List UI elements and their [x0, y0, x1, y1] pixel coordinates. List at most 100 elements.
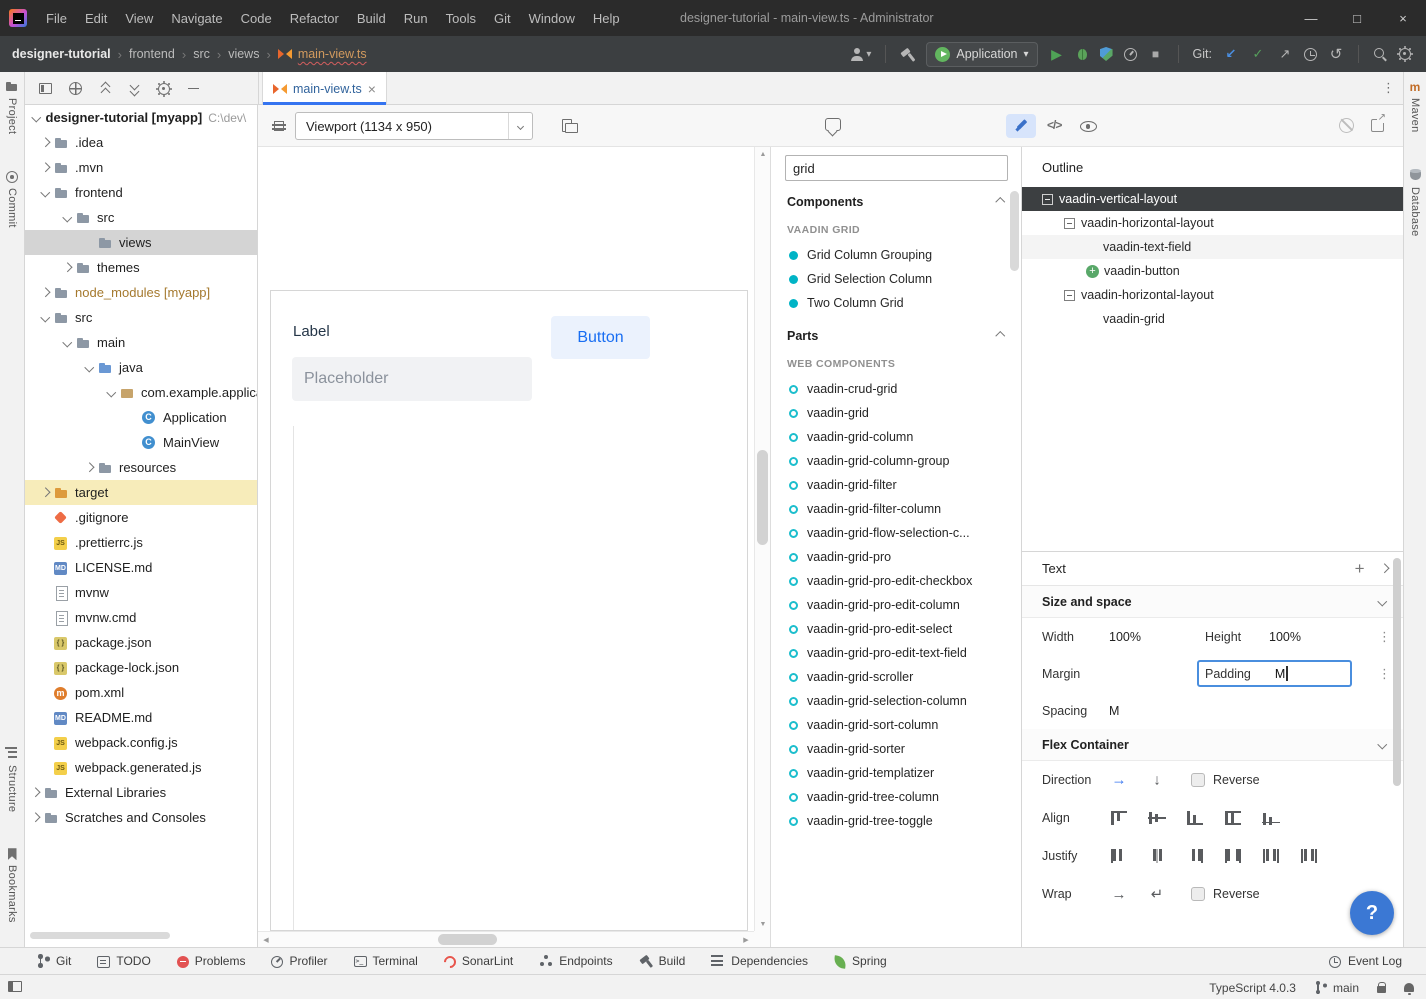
palette-item-grid-selection-column[interactable]: Grid Selection Column: [771, 267, 1021, 291]
tool-window-button-structure[interactable]: Structure: [5, 747, 19, 812]
palette-item-grid-column-grouping[interactable]: Grid Column Grouping: [771, 243, 1021, 267]
tool-button-sonarlint[interactable]: SonarLint: [444, 954, 513, 968]
justify-end-icon[interactable]: [1187, 849, 1203, 863]
profiler-button[interactable]: [1124, 48, 1137, 61]
run-configuration-select[interactable]: Application: [926, 42, 1037, 67]
typescript-version[interactable]: TypeScript 4.0.3: [1209, 981, 1296, 995]
palette-item-vaadin-grid-column[interactable]: vaadin-grid-column: [771, 425, 1021, 449]
menu-run[interactable]: Run: [395, 0, 437, 36]
coverage-button[interactable]: [1100, 47, 1113, 61]
palette-section-parts[interactable]: Parts: [771, 321, 1021, 351]
menu-code[interactable]: Code: [232, 0, 281, 36]
reverse-checkbox[interactable]: [1191, 773, 1205, 787]
palette-item-vaadin-grid[interactable]: vaadin-grid: [771, 401, 1021, 425]
edit-mode-button[interactable]: [1006, 114, 1036, 138]
history-icon[interactable]: [1304, 48, 1317, 61]
design-surface[interactable]: Label Button Placeholder: [270, 290, 748, 931]
palette-item-vaadin-grid-sorter[interactable]: vaadin-grid-sorter: [771, 737, 1021, 761]
chevron-right-icon[interactable]: [37, 489, 53, 496]
comment-icon[interactable]: [825, 118, 841, 131]
palette-item-vaadin-grid-pro-edit-checkbox[interactable]: vaadin-grid-pro-edit-checkbox: [771, 569, 1021, 593]
palette-item-vaadin-grid-pro[interactable]: vaadin-grid-pro: [771, 545, 1021, 569]
palette-item-vaadin-grid-filter[interactable]: vaadin-grid-filter: [771, 473, 1021, 497]
flex-section-header[interactable]: Flex Container: [1022, 729, 1403, 761]
tree-item-mvnw-cmd[interactable]: mvnw.cmd: [25, 605, 257, 630]
tool-window-toggle-icon[interactable]: [8, 981, 22, 992]
palette-item-vaadin-grid-scroller[interactable]: vaadin-grid-scroller: [771, 665, 1021, 689]
breadcrumb-active-file[interactable]: main-view.ts: [278, 47, 367, 61]
chevron-down-icon[interactable]: [81, 364, 97, 371]
hide-panel-icon[interactable]: [188, 83, 199, 95]
chevron-right-icon[interactable]: [37, 289, 53, 296]
tree-item-external-libraries[interactable]: External Libraries: [25, 780, 257, 805]
preview-eye-icon[interactable]: [1080, 121, 1097, 132]
menu-window[interactable]: Window: [520, 0, 584, 36]
menu-navigate[interactable]: Navigate: [162, 0, 231, 36]
scroll-down-icon[interactable]: ▼: [755, 917, 771, 931]
palette-item-vaadin-grid-flow-selection-c[interactable]: vaadin-grid-flow-selection-c...: [771, 521, 1021, 545]
chevron-right-icon[interactable]: [59, 264, 75, 271]
properties-scrollbar[interactable]: [1393, 558, 1401, 786]
tool-button-profiler[interactable]: Profiler: [271, 954, 327, 968]
help-button[interactable]: ?: [1350, 891, 1394, 935]
breadcrumb-views[interactable]: views: [228, 47, 259, 61]
wrap-arrow-icon[interactable]: ↵: [1149, 885, 1165, 903]
palette-item-vaadin-grid-pro-edit-column[interactable]: vaadin-grid-pro-edit-column: [771, 593, 1021, 617]
width-value[interactable]: 100%: [1109, 630, 1141, 644]
git-update-icon[interactable]: [1223, 46, 1239, 62]
tree-item-webpack-config-js[interactable]: webpack.config.js: [25, 730, 257, 755]
tree-item-src[interactable]: src: [25, 305, 257, 330]
palette-item-two-column-grid[interactable]: Two Column Grid: [771, 291, 1021, 315]
canvas-vertical-scrollbar[interactable]: ▲ ▼: [754, 147, 770, 931]
chevron-down-icon[interactable]: [37, 189, 53, 196]
tree-item-package-json[interactable]: package.json: [25, 630, 257, 655]
tool-window-button-bookmarks[interactable]: Bookmarks: [6, 848, 18, 923]
palette-item-vaadin-grid-pro-edit-select[interactable]: vaadin-grid-pro-edit-select: [771, 617, 1021, 641]
chevron-right-icon[interactable]: [81, 464, 97, 471]
palette-item-vaadin-grid-column-group[interactable]: vaadin-grid-column-group: [771, 449, 1021, 473]
menu-build[interactable]: Build: [348, 0, 395, 36]
breadcrumb-frontend[interactable]: frontend: [129, 47, 175, 61]
outline-node-vaadin-vertical-layout-0[interactable]: vaadin-vertical-layout: [1022, 187, 1403, 211]
justify-center-icon[interactable]: [1149, 849, 1165, 863]
reverse-checkbox[interactable]: [1191, 887, 1205, 901]
canvas-textfield[interactable]: Placeholder: [292, 357, 532, 401]
tree-item-themes[interactable]: themes: [25, 255, 257, 280]
tree-item-scratches-and-consoles[interactable]: Scratches and Consoles: [25, 805, 257, 830]
git-push-icon[interactable]: [1277, 46, 1293, 62]
justify-between-icon[interactable]: [1225, 849, 1241, 863]
tree-item-webpack-generated-js[interactable]: webpack.generated.js: [25, 755, 257, 780]
breadcrumb-designer-tutorial[interactable]: designer-tutorial: [12, 47, 111, 61]
menu-edit[interactable]: Edit: [76, 0, 116, 36]
align-stretch-icon[interactable]: [1225, 811, 1241, 825]
locate-icon[interactable]: [69, 82, 82, 95]
add-plus-icon[interactable]: [1086, 265, 1099, 278]
chevron-right-icon[interactable]: [37, 139, 53, 146]
vertical-scroll-thumb[interactable]: [757, 450, 768, 545]
project-horizontal-scrollbar[interactable]: [30, 932, 170, 939]
chevron-down-icon[interactable]: [103, 389, 119, 396]
palette-item-vaadin-grid-tree-toggle[interactable]: vaadin-grid-tree-toggle: [771, 809, 1021, 833]
search-everywhere-icon[interactable]: [1373, 47, 1387, 61]
undo-icon[interactable]: [1328, 46, 1344, 62]
align-center-icon[interactable]: [1149, 811, 1165, 825]
justify-evenly-icon[interactable]: [1301, 849, 1317, 863]
palette-item-vaadin-grid-sort-column[interactable]: vaadin-grid-sort-column: [771, 713, 1021, 737]
height-value[interactable]: 100%: [1269, 630, 1301, 644]
canvas-horizontal-scrollbar[interactable]: ◀ ▶: [258, 931, 754, 947]
tree-item-mvn[interactable]: .mvn: [25, 155, 257, 180]
outline-node-vaadin-button-3[interactable]: vaadin-button: [1022, 259, 1403, 283]
align-start-icon[interactable]: [1111, 811, 1127, 825]
palette-item-vaadin-grid-selection-column[interactable]: vaadin-grid-selection-column: [771, 689, 1021, 713]
justify-start-icon[interactable]: [1111, 849, 1127, 863]
tree-item-frontend[interactable]: frontend: [25, 180, 257, 205]
tool-window-button-maven[interactable]: Maven: [1408, 80, 1422, 133]
viewport-dropdown-button[interactable]: [508, 113, 532, 139]
user-account-button[interactable]: [850, 47, 871, 61]
tree-item-com-example-applica[interactable]: com.example.applica: [25, 380, 257, 405]
arrow-right-icon[interactable]: →: [1111, 886, 1127, 903]
tool-button-terminal[interactable]: Terminal: [354, 954, 418, 968]
tree-item-mvnw[interactable]: mvnw: [25, 580, 257, 605]
menu-refactor[interactable]: Refactor: [281, 0, 348, 36]
chevron-right-icon[interactable]: [37, 164, 53, 171]
